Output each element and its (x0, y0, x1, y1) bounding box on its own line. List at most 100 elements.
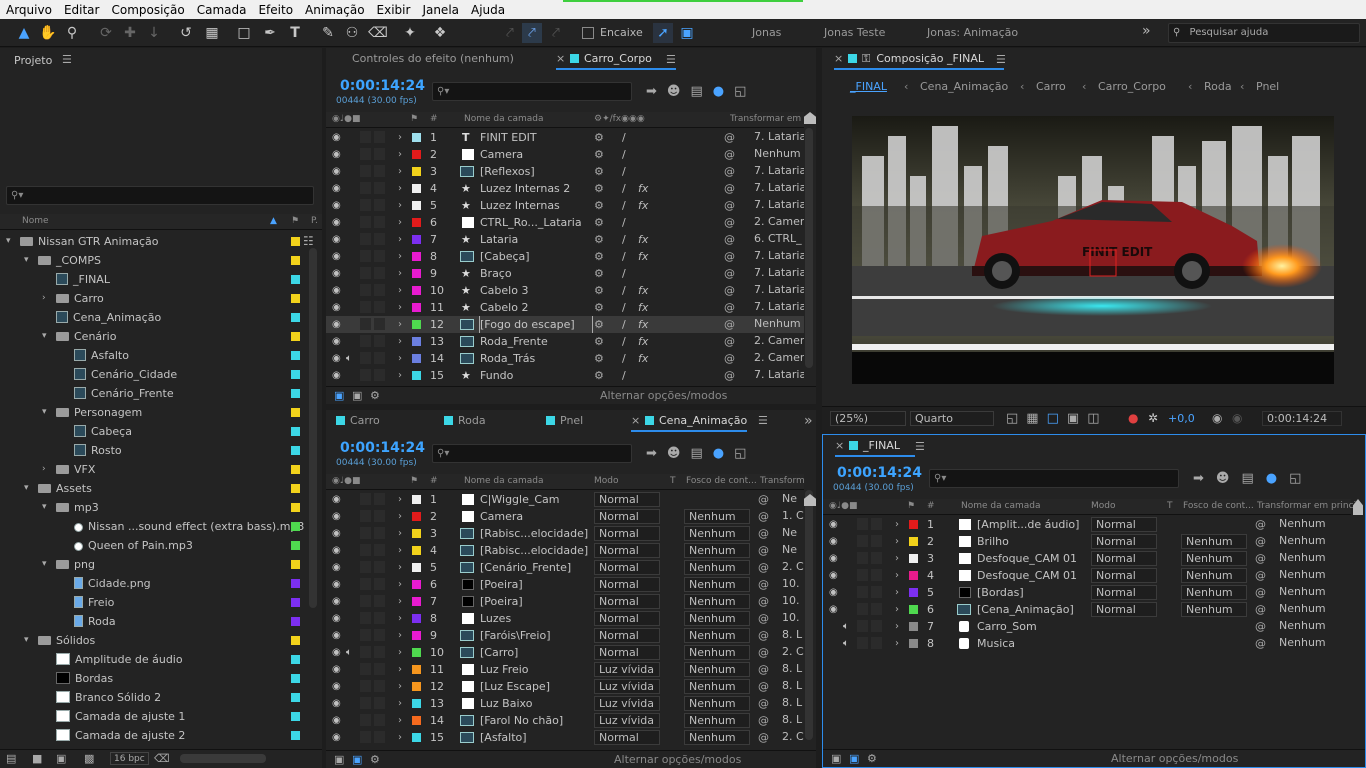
fx-switch-icon[interactable]: fx (638, 350, 648, 367)
chevron-right-icon[interactable]: › (398, 678, 402, 695)
solo-box[interactable] (360, 182, 371, 194)
layer-row[interactable]: ◉ › 1 T FINIT EDIT ⚙ / @7. Lataria (326, 129, 804, 146)
pickwhip-icon[interactable]: @ (724, 231, 735, 248)
collapse-switch-icon[interactable]: ⚙ (594, 180, 604, 197)
blend-mode-dropdown[interactable]: Normal (594, 594, 660, 609)
expand-switches-icon[interactable]: ▣ (334, 387, 344, 404)
track-matte-dropdown[interactable]: Nenhum (684, 679, 750, 694)
parent-dropdown[interactable]: 2. C (778, 645, 804, 660)
solo-box[interactable] (857, 569, 868, 581)
viewer-timecode[interactable]: 0:00:14:24 (1262, 411, 1342, 426)
label-swatch[interactable] (291, 674, 300, 683)
column-track-matte[interactable]: Fosco de cont... (1183, 499, 1254, 514)
clone-stamp-icon[interactable]: ⚇ (342, 23, 362, 43)
tab-final[interactable]: × _FINAL (835, 435, 915, 457)
eye-icon[interactable]: ◉ (332, 559, 341, 576)
layer-name[interactable]: Braço (480, 265, 592, 282)
lock-box[interactable] (871, 603, 882, 615)
pickwhip-icon[interactable]: @ (758, 610, 769, 627)
solo-box[interactable] (360, 301, 371, 313)
solo-box[interactable] (360, 284, 371, 296)
exposure-value[interactable]: +0,0 (1168, 412, 1195, 425)
brush-tool-icon[interactable]: ✎ (318, 23, 338, 43)
chevron-right-icon[interactable]: › (895, 567, 899, 584)
fx-switch-icon[interactable]: fx (638, 180, 648, 197)
project-item[interactable]: Branco Sólido 2 (0, 688, 322, 707)
label-swatch[interactable] (412, 512, 421, 521)
orbit-tool-icon[interactable]: ⟳ (96, 23, 116, 43)
trash-icon[interactable]: ⌫ (154, 750, 170, 767)
chevron-right-icon[interactable]: › (398, 316, 402, 333)
layer-search-input[interactable]: ⚲▾ (432, 82, 632, 101)
layer-row[interactable]: ◉ › 11 ★ Cabelo 2 ⚙ / fx @7. Lataria (326, 299, 804, 316)
layer-row[interactable]: ◉ › 3 Desfoque_CAM 01 Normal Nenhum @ Nenhum (823, 550, 1351, 567)
eye-icon[interactable]: ◉ (332, 197, 341, 214)
interpret-footage-icon[interactable]: ▤ (6, 750, 16, 767)
snapshot-icon[interactable]: ◉ (1212, 411, 1222, 425)
chevron-right-icon[interactable]: › (42, 289, 46, 308)
resolution-dropdown[interactable]: Quarto (910, 411, 994, 426)
speaker-icon[interactable]: 🔈︎ (843, 635, 849, 652)
toggle-switches-modes[interactable]: Alternar opções/modos (1111, 750, 1238, 767)
snap-edges-icon[interactable]: ➚ (653, 23, 673, 43)
solo-box[interactable] (360, 335, 371, 347)
eye-icon[interactable]: ◉ (332, 163, 341, 180)
lock-box[interactable] (374, 199, 385, 211)
expand-modes-icon[interactable]: ▣ (352, 387, 362, 404)
layer-row[interactable]: ◉ › 6 CTRL_Ro..._Lataria ⚙ / @2. Camer (326, 214, 804, 231)
blend-mode-dropdown[interactable]: Normal (1091, 602, 1157, 617)
layer-row[interactable]: ◉ › 5 [Cenário_Frente] Normal Nenhum @2. C (326, 559, 804, 576)
show-snapshot-icon[interactable]: ◉ (1232, 411, 1242, 425)
eye-icon[interactable]: ◉ (332, 180, 341, 197)
blend-mode-dropdown[interactable]: Normal (1091, 585, 1157, 600)
label-swatch[interactable] (412, 337, 421, 346)
lock-box[interactable] (871, 535, 882, 547)
label-swatch[interactable] (291, 503, 300, 512)
solo-box[interactable] (360, 629, 371, 641)
collapse-switch-icon[interactable]: ⚙ (594, 163, 604, 180)
pen-tool-icon[interactable]: ✒ (260, 23, 280, 43)
breadcrumb-item[interactable]: Roda (1204, 80, 1232, 93)
timeline-scrollbar[interactable] (805, 128, 813, 368)
parent-dropdown[interactable]: 7. Lataria (750, 266, 804, 281)
label-swatch[interactable] (291, 693, 300, 702)
current-time-display[interactable]: 0:00:14:24 (340, 78, 425, 94)
project-item[interactable]: Bordas (0, 669, 322, 688)
chevron-down-icon[interactable]: ▾ (42, 498, 47, 517)
layer-row[interactable]: ◉ › 3 [Reflexos] ⚙ / @7. Lataria (326, 163, 804, 180)
eye-icon[interactable]: ◉ (829, 567, 838, 584)
chevron-right-icon[interactable]: › (398, 508, 402, 525)
label-swatch[interactable] (412, 150, 421, 159)
track-matte-dropdown[interactable]: Nenhum (684, 594, 750, 609)
project-item[interactable]: ▾ Cenário (0, 327, 322, 346)
close-icon[interactable]: × (631, 410, 640, 432)
label-swatch[interactable] (291, 370, 300, 379)
eye-icon[interactable]: ◉ (332, 542, 341, 559)
menu-item-4[interactable]: Efeito (252, 3, 299, 17)
chevron-right-icon[interactable]: › (398, 729, 402, 746)
track-matte-dropdown[interactable]: Nenhum (684, 560, 750, 575)
solo-box[interactable] (360, 561, 371, 573)
help-search-box[interactable]: ⚲ Pesquisar ajuda (1168, 23, 1360, 43)
blend-mode-dropdown[interactable]: Normal (594, 543, 660, 558)
blend-mode-dropdown[interactable]: Normal (594, 730, 660, 745)
timeline-switches[interactable]: ➡☻▤●◱ (1193, 471, 1313, 486)
pickwhip-icon[interactable]: @ (758, 729, 769, 746)
parent-dropdown[interactable]: 2. Camer (750, 334, 804, 349)
blend-mode-dropdown[interactable]: Normal (1091, 517, 1157, 532)
lock-box[interactable] (871, 586, 882, 598)
lock-box[interactable] (374, 131, 385, 143)
parent-dropdown[interactable]: Ne (778, 543, 804, 558)
hand-tool-icon[interactable]: ✋ (38, 23, 58, 43)
lock-box[interactable] (374, 233, 385, 245)
lock-box[interactable] (871, 552, 882, 564)
close-icon[interactable]: × (556, 48, 565, 70)
layer-name[interactable]: Desfoque_CAM 01 (977, 550, 1089, 567)
label-swatch[interactable] (291, 731, 300, 740)
quality-switch-icon[interactable]: / (622, 129, 626, 146)
lock-box[interactable] (374, 352, 385, 364)
eye-icon[interactable]: ◉ (829, 533, 838, 550)
track-matte-dropdown[interactable]: Nenhum (1181, 534, 1247, 549)
chevron-right-icon[interactable]: › (398, 248, 402, 265)
layer-row[interactable]: 🔈︎ › 8 Musica @ Nenhum (823, 635, 1351, 652)
